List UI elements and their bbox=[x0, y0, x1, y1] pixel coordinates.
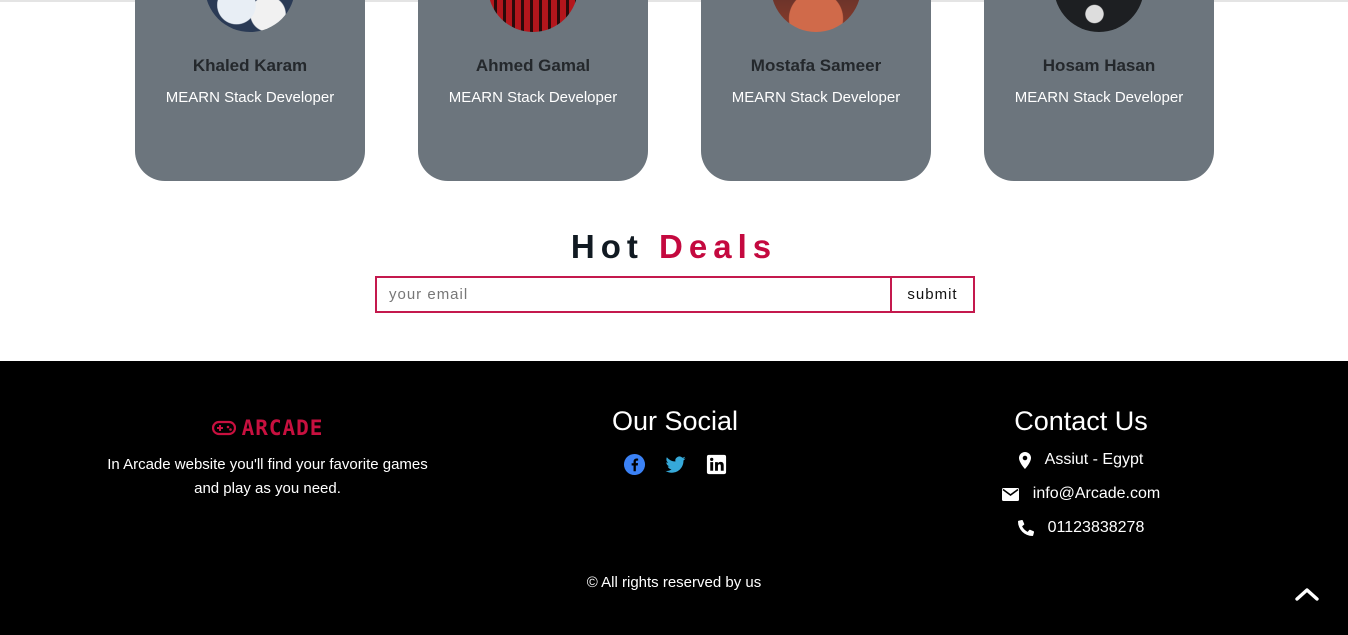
contact-phone: 01123838278 bbox=[975, 511, 1187, 545]
footer: ARCADE In Arcade website you'll find you… bbox=[0, 361, 1348, 635]
team-card: Ahmed Gamal MEARN Stack Developer bbox=[418, 0, 648, 181]
twitter-icon[interactable] bbox=[664, 453, 687, 476]
contact-title: Contact Us bbox=[1014, 406, 1148, 436]
avatar bbox=[771, 0, 861, 32]
logo[interactable]: ARCADE bbox=[211, 416, 324, 440]
copyright: © All rights reserved by us bbox=[586, 574, 762, 591]
social-section: Our Social bbox=[575, 406, 775, 476]
social-icons bbox=[575, 453, 775, 476]
location-pin-icon bbox=[1018, 451, 1031, 469]
member-role: MEARN Stack Developer bbox=[165, 89, 335, 106]
location-text: Assiut - Egypt bbox=[1044, 451, 1144, 468]
email-input[interactable] bbox=[377, 278, 890, 311]
team-card: Hosam Hasan MEARN Stack Developer bbox=[984, 0, 1214, 181]
social-title: Our Social bbox=[611, 406, 739, 436]
hot-deals-title-accent: Deals bbox=[659, 228, 778, 265]
member-name: Ahmed Gamal bbox=[475, 56, 591, 75]
avatar bbox=[1054, 0, 1144, 32]
brand-name: ARCADE bbox=[241, 416, 324, 440]
hot-deals-title-plain: Hot bbox=[570, 228, 644, 265]
team-card: Mostafa Sameer MEARN Stack Developer bbox=[701, 0, 931, 181]
member-role: MEARN Stack Developer bbox=[448, 89, 618, 106]
about-text: In Arcade website you'll find your favor… bbox=[107, 456, 428, 497]
avatar bbox=[488, 0, 578, 32]
team-card: Khaled Karam MEARN Stack Developer bbox=[135, 0, 365, 181]
member-name: Khaled Karam bbox=[192, 56, 308, 75]
gamepad-icon bbox=[211, 420, 236, 436]
envelope-icon bbox=[1001, 487, 1019, 501]
team-section: Khaled Karam MEARN Stack Developer Ahmed… bbox=[0, 0, 1348, 181]
contact-section: Contact Us Assiut - Egypt info@Arcade.co… bbox=[975, 406, 1187, 545]
member-name: Mostafa Sameer bbox=[750, 56, 882, 75]
member-role: MEARN Stack Developer bbox=[731, 89, 901, 106]
footer-brand: ARCADE In Arcade website you'll find you… bbox=[100, 416, 435, 501]
facebook-icon[interactable] bbox=[623, 453, 646, 476]
email-link[interactable]: info@Arcade.com bbox=[1033, 485, 1160, 503]
contact-email: info@Arcade.com bbox=[975, 477, 1187, 511]
avatar bbox=[205, 0, 295, 32]
chevron-up-icon bbox=[1295, 588, 1319, 601]
submit-button[interactable]: submit bbox=[890, 278, 973, 311]
member-name: Hosam Hasan bbox=[1042, 56, 1156, 75]
hot-deals-title: Hot Deals bbox=[0, 228, 1348, 266]
phone-icon bbox=[1017, 520, 1034, 536]
contact-location: Assiut - Egypt bbox=[975, 443, 1187, 477]
newsletter-form: submit bbox=[375, 276, 975, 313]
scroll-to-top-button[interactable] bbox=[1291, 582, 1323, 606]
phone-text: 01123838278 bbox=[1047, 519, 1145, 536]
linkedin-icon[interactable] bbox=[705, 453, 728, 476]
member-role: MEARN Stack Developer bbox=[1014, 89, 1184, 106]
